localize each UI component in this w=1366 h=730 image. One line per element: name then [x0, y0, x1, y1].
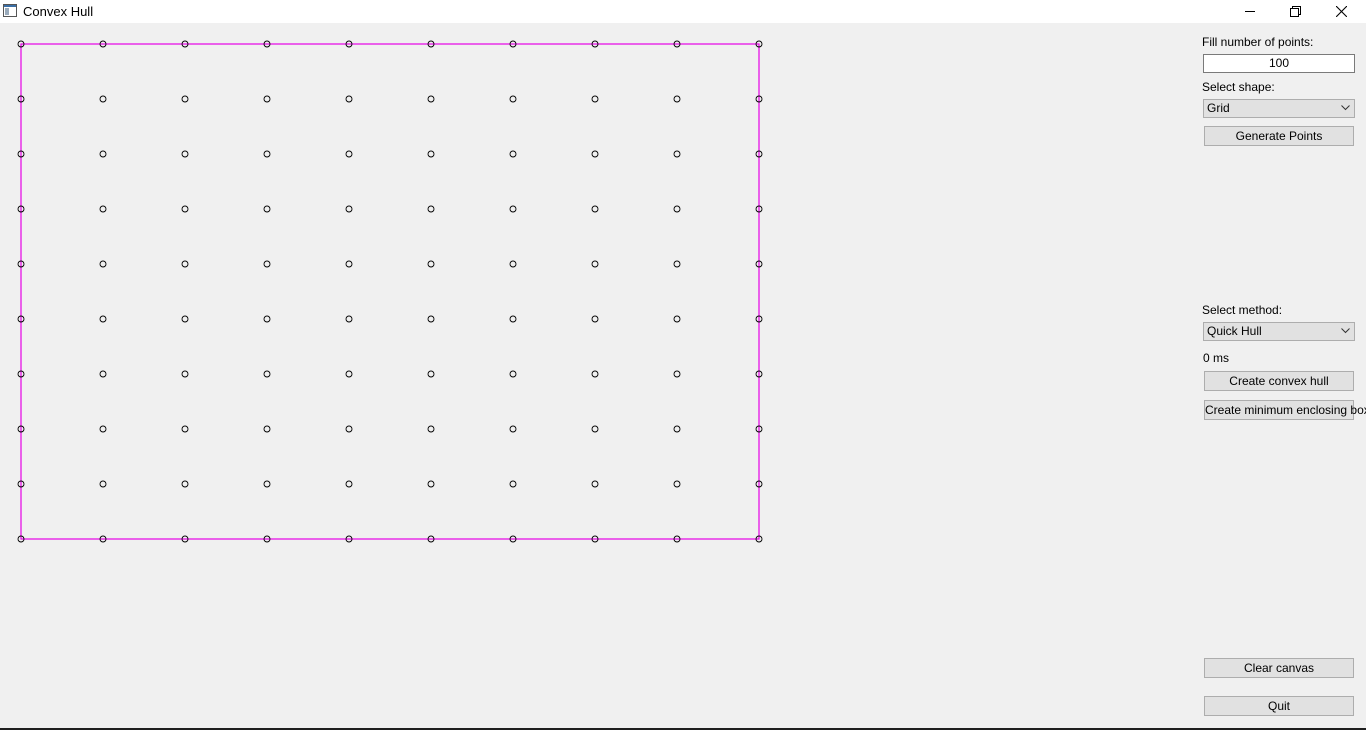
grid-point — [345, 260, 353, 268]
grid-point — [427, 370, 435, 378]
grid-point — [673, 480, 681, 488]
grid-point — [509, 150, 517, 158]
window-title: Convex Hull — [23, 4, 94, 19]
chevron-down-icon — [1341, 328, 1350, 334]
grid-point — [99, 315, 107, 323]
grid-point — [673, 205, 681, 213]
grid-point — [345, 370, 353, 378]
grid-point — [263, 205, 271, 213]
grid-point — [427, 150, 435, 158]
method-select[interactable]: Quick Hull — [1203, 322, 1355, 341]
restore-icon — [1289, 5, 1301, 17]
grid-point — [427, 425, 435, 433]
minimize-icon — [1245, 11, 1255, 12]
grid-point — [99, 260, 107, 268]
create-enclosing-box-button[interactable]: Create minimum enclosing box — [1204, 400, 1366, 420]
minimize-button[interactable] — [1227, 0, 1273, 22]
title-bar: Convex Hull — [0, 0, 1366, 23]
grid-point — [345, 205, 353, 213]
generate-points-button[interactable]: Generate Points — [1204, 126, 1354, 146]
shape-select-value: Grid — [1207, 101, 1230, 115]
clear-canvas-button[interactable]: Clear canvas — [1204, 658, 1354, 678]
grid-point — [99, 480, 107, 488]
elapsed-time: 0 ms — [1203, 351, 1230, 365]
grid-point — [345, 480, 353, 488]
grid-point — [181, 370, 189, 378]
grid-point — [181, 315, 189, 323]
quit-button[interactable]: Quit — [1204, 696, 1354, 716]
grid-point — [673, 150, 681, 158]
point-set — [17, 40, 763, 543]
grid-point — [509, 370, 517, 378]
method-label: Select method: — [1202, 303, 1283, 317]
grid-point — [509, 480, 517, 488]
chevron-down-icon — [1341, 105, 1350, 111]
grid-point — [263, 260, 271, 268]
method-select-value: Quick Hull — [1207, 324, 1262, 338]
grid-point — [263, 480, 271, 488]
grid-point — [591, 425, 599, 433]
grid-point — [591, 370, 599, 378]
grid-point — [427, 205, 435, 213]
grid-point — [673, 95, 681, 103]
convex-hull — [20, 43, 760, 540]
grid-point — [509, 260, 517, 268]
grid-point — [263, 150, 271, 158]
grid-point — [673, 425, 681, 433]
close-button[interactable] — [1318, 0, 1364, 22]
grid-point — [509, 425, 517, 433]
grid-point — [509, 315, 517, 323]
close-icon — [1335, 5, 1347, 17]
grid-point — [673, 315, 681, 323]
grid-point — [263, 315, 271, 323]
grid-point — [345, 95, 353, 103]
shape-select[interactable]: Grid — [1203, 99, 1355, 118]
grid-point — [591, 95, 599, 103]
grid-point — [181, 260, 189, 268]
grid-point — [591, 260, 599, 268]
grid-point — [99, 425, 107, 433]
drawing-canvas[interactable] — [0, 23, 1180, 728]
main-window: Convex Hull Fill number of points: 100 S… — [0, 0, 1366, 730]
grid-point — [263, 370, 271, 378]
grid-point — [263, 425, 271, 433]
create-convex-hull-button[interactable]: Create convex hull — [1204, 371, 1354, 391]
grid-point — [427, 260, 435, 268]
grid-point — [509, 205, 517, 213]
restore-button[interactable] — [1272, 0, 1318, 22]
grid-point — [99, 150, 107, 158]
points-count-input[interactable]: 100 — [1203, 54, 1355, 73]
grid-point — [591, 315, 599, 323]
grid-point — [345, 425, 353, 433]
grid-point — [427, 95, 435, 103]
app-icon — [3, 4, 17, 17]
grid-point — [427, 315, 435, 323]
hull-outline — [20, 43, 760, 540]
grid-point — [591, 205, 599, 213]
grid-point — [181, 480, 189, 488]
fill-points-label: Fill number of points: — [1202, 35, 1314, 49]
grid-point — [427, 480, 435, 488]
grid-point — [181, 95, 189, 103]
grid-point — [181, 205, 189, 213]
grid-point — [673, 260, 681, 268]
grid-point — [99, 95, 107, 103]
grid-point — [263, 95, 271, 103]
grid-point — [99, 205, 107, 213]
grid-point — [99, 370, 107, 378]
grid-point — [591, 150, 599, 158]
shape-label: Select shape: — [1202, 80, 1275, 94]
grid-point — [345, 150, 353, 158]
grid-point — [345, 315, 353, 323]
grid-point — [673, 370, 681, 378]
grid-point — [181, 425, 189, 433]
grid-point — [509, 95, 517, 103]
grid-point — [181, 150, 189, 158]
grid-point — [591, 480, 599, 488]
